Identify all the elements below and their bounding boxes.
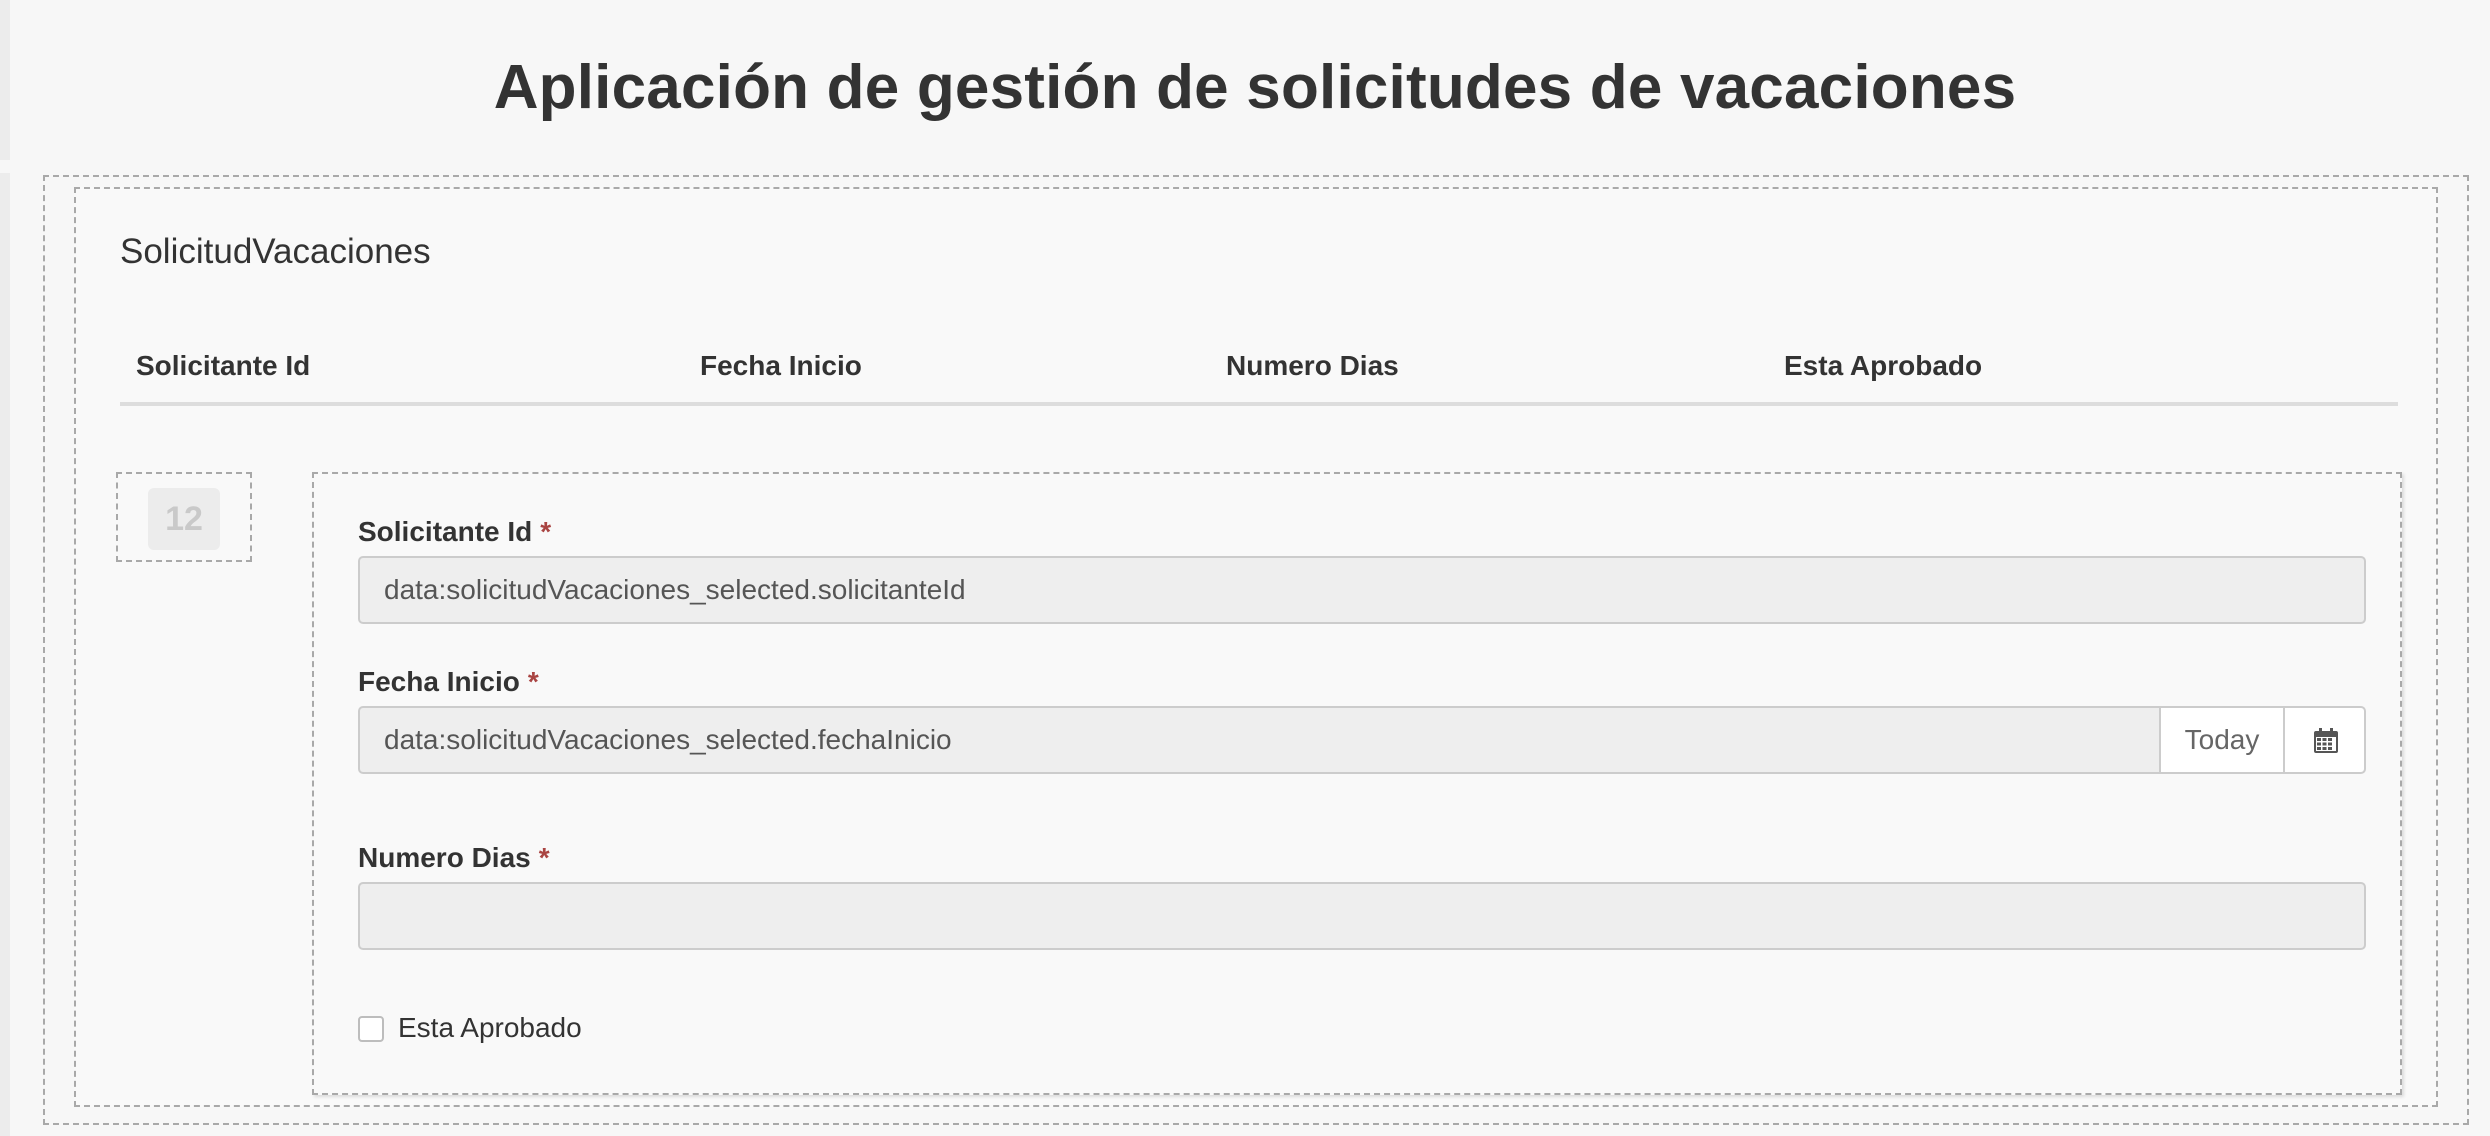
- today-button[interactable]: Today: [2159, 706, 2285, 774]
- detail-form: Solicitante Id* Fecha Inicio* Today: [312, 472, 2402, 1095]
- row-number-badge: 12: [148, 488, 220, 550]
- entity-title: SolicitudVacaciones: [120, 232, 431, 271]
- solicitante-id-label: Solicitante Id *: [358, 516, 551, 548]
- calendar-icon: [2314, 728, 2338, 753]
- solicitante-id-input[interactable]: [358, 556, 2366, 624]
- required-mark: *: [538, 842, 550, 873]
- required-mark: *: [540, 516, 552, 547]
- column-header-numero-dias[interactable]: Numero Dias: [1226, 350, 1399, 382]
- fecha-inicio-label: Fecha Inicio *: [358, 666, 539, 698]
- numero-dias-input[interactable]: [358, 882, 2366, 950]
- column-header-solicitante-id[interactable]: Solicitante Id: [136, 350, 310, 382]
- column-header-esta-aprobado[interactable]: Esta Aprobado: [1784, 350, 1982, 382]
- calendar-button[interactable]: [2283, 706, 2366, 774]
- fecha-inicio-label-text: Fecha Inicio: [358, 666, 520, 697]
- table-header: Solicitante Id Fecha Inicio Numero Dias …: [120, 342, 2398, 406]
- page-title: Aplicación de gestión de solicitudes de …: [493, 53, 2017, 122]
- row-number-container: 12: [116, 472, 252, 562]
- solicitante-id-label-text: Solicitante Id: [358, 516, 533, 547]
- esta-aprobado-label[interactable]: Esta Aprobado: [398, 1012, 582, 1044]
- numero-dias-label-text: Numero Dias: [358, 842, 531, 873]
- fecha-inicio-input[interactable]: [358, 706, 2161, 774]
- numero-dias-label: Numero Dias *: [358, 842, 550, 874]
- esta-aprobado-checkbox[interactable]: [358, 1016, 384, 1042]
- column-header-fecha-inicio[interactable]: Fecha Inicio: [700, 350, 862, 382]
- left-gutter-bottom: [0, 173, 10, 1136]
- required-mark: *: [527, 666, 539, 697]
- fecha-inicio-date-group: Today: [358, 706, 2366, 774]
